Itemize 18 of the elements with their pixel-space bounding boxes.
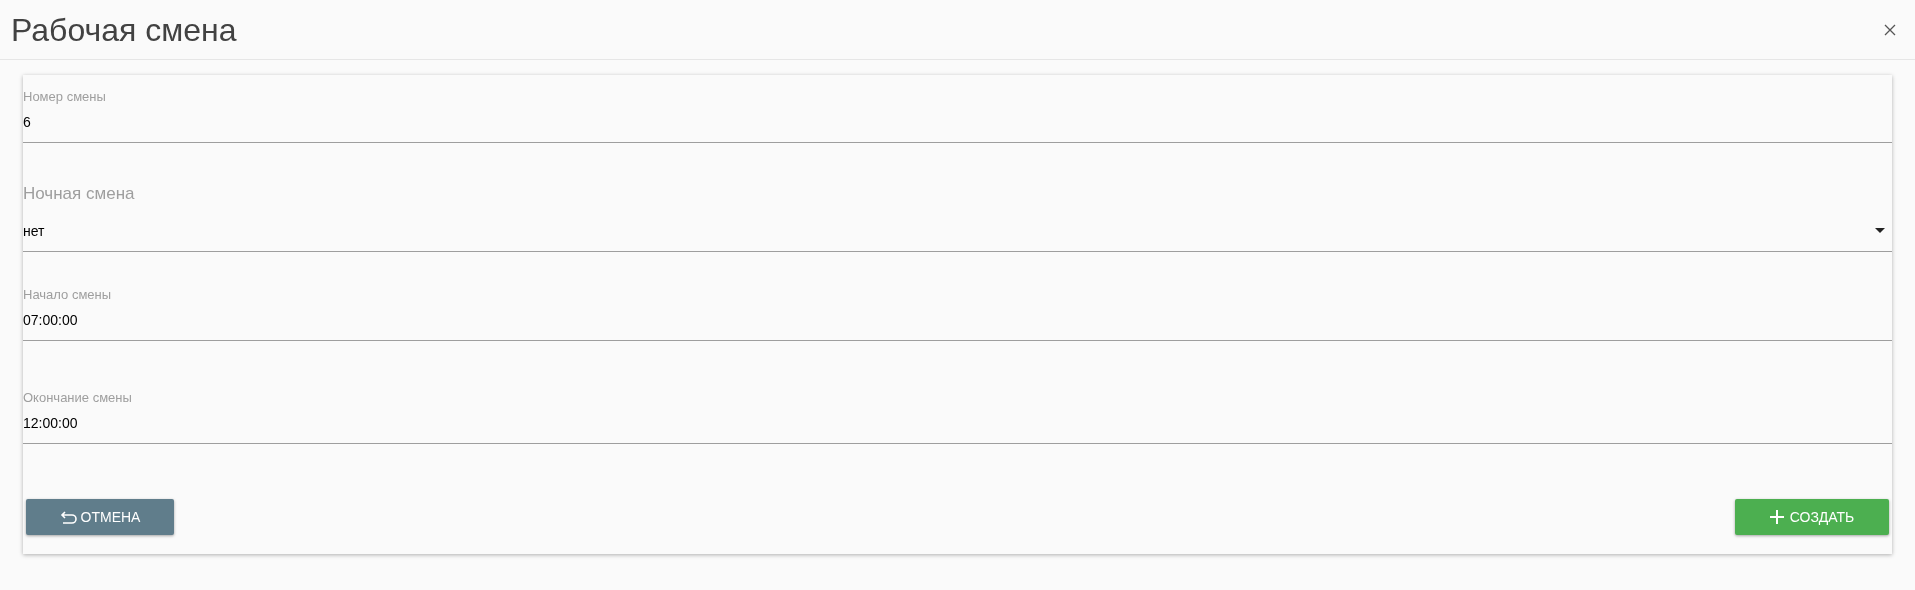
undo-arrow-icon [59,510,78,524]
field-value: 07:00:00 [23,311,78,329]
field-label: Окончание смены [23,390,132,406]
close-icon[interactable] [1883,22,1897,37]
dialog-title: Рабочая смена [11,13,237,46]
field-value: 12:00:00 [23,414,78,432]
input-field[interactable]: Начало смены 07:00:00 [23,287,1892,341]
field-label: Номер смены [23,89,106,105]
cancel-button[interactable]: ОТМЕНА [26,499,174,535]
field-label: Ночная смена [23,184,135,204]
dropdown-field[interactable]: Ночная смена нет [23,184,1892,252]
dropdown-arrow-icon [1875,228,1885,233]
field-value: нет [23,222,45,240]
input-field[interactable]: Окончание смены 12:00:00 [23,390,1892,444]
input-field[interactable]: Номер смены 6 [23,89,1892,143]
field-value: 6 [23,113,31,131]
field-label: Начало смены [23,287,112,303]
plus-icon [1769,510,1784,524]
